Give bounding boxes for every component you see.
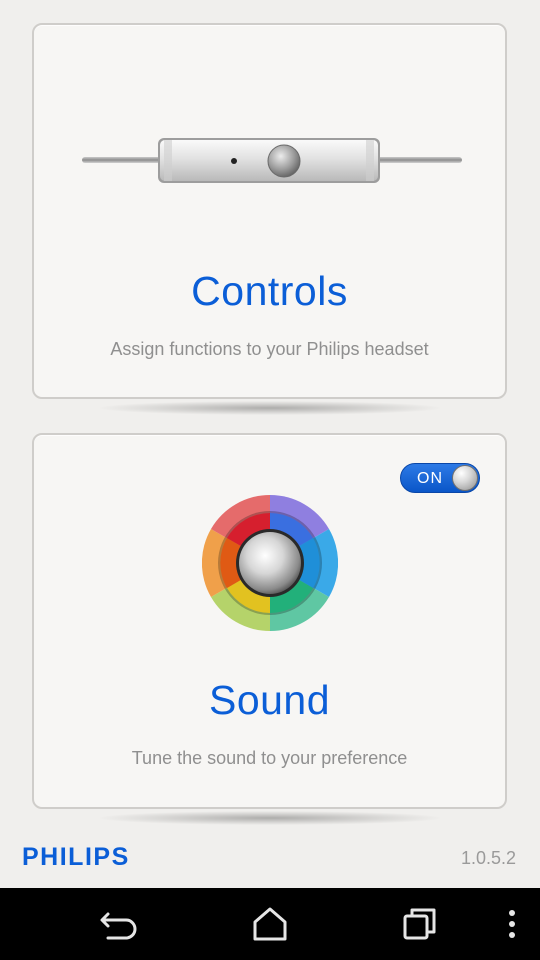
- sound-toggle[interactable]: ON: [400, 463, 480, 493]
- controls-title: Controls: [191, 268, 348, 314]
- sound-card-shadow: [100, 811, 440, 825]
- app-version: 1.0.5.2: [460, 848, 516, 868]
- sound-toggle-label: ON: [417, 470, 443, 487]
- sound-title: Sound: [208, 677, 331, 723]
- philips-logo: PHILIPS: [22, 843, 130, 871]
- sound-dial-icon: [202, 495, 338, 631]
- app-screen: Controls Assign functions to your Philip…: [0, 0, 540, 960]
- back-icon[interactable]: [98, 904, 142, 944]
- controls-subtitle: Assign functions to your Philips headset: [110, 339, 429, 359]
- toggle-knob: [452, 465, 478, 491]
- system-navigation-bar: [0, 888, 540, 960]
- headset-remote-icon: [82, 138, 462, 183]
- controls-card-shadow: [100, 401, 440, 415]
- controls-card[interactable]: Controls Assign functions to your Philip…: [32, 23, 507, 399]
- sound-card[interactable]: ON Sound Tune the sound to your preferen…: [32, 433, 507, 809]
- home-icon[interactable]: [248, 904, 292, 944]
- sound-subtitle: Tune the sound to your preference: [131, 748, 408, 768]
- recent-apps-icon[interactable]: [398, 904, 442, 944]
- overflow-menu-icon[interactable]: [490, 904, 534, 944]
